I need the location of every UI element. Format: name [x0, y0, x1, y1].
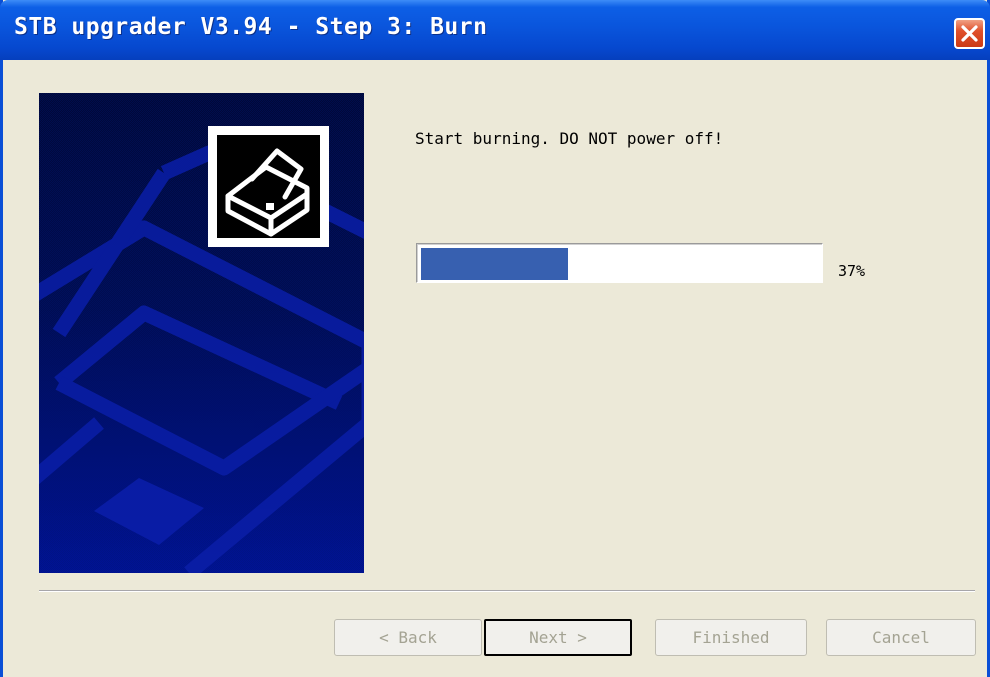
wizard-banner	[39, 93, 364, 573]
title-bar[interactable]: STB upgrader V3.94 - Step 3: Burn	[0, 0, 990, 60]
next-button[interactable]: Next >	[484, 619, 632, 656]
progress-bar	[416, 243, 823, 283]
banner-graphic	[39, 93, 364, 573]
progress-percent: 37%	[838, 262, 866, 280]
status-message: Start burning. DO NOT power off!	[415, 129, 724, 148]
window-title: STB upgrader V3.94 - Step 3: Burn	[14, 14, 488, 40]
finished-button[interactable]: Finished	[655, 619, 807, 656]
cancel-button[interactable]: Cancel	[826, 619, 976, 656]
back-button[interactable]: < Back	[334, 619, 482, 656]
progress-fill	[421, 248, 568, 280]
close-icon	[961, 25, 978, 42]
wizard-window: STB upgrader V3.94 - Step 3: Burn Start …	[0, 0, 990, 677]
wizard-content: Start burning. DO NOT power off! 37% < B…	[3, 60, 987, 677]
close-button[interactable]	[954, 18, 985, 49]
divider	[39, 590, 975, 592]
